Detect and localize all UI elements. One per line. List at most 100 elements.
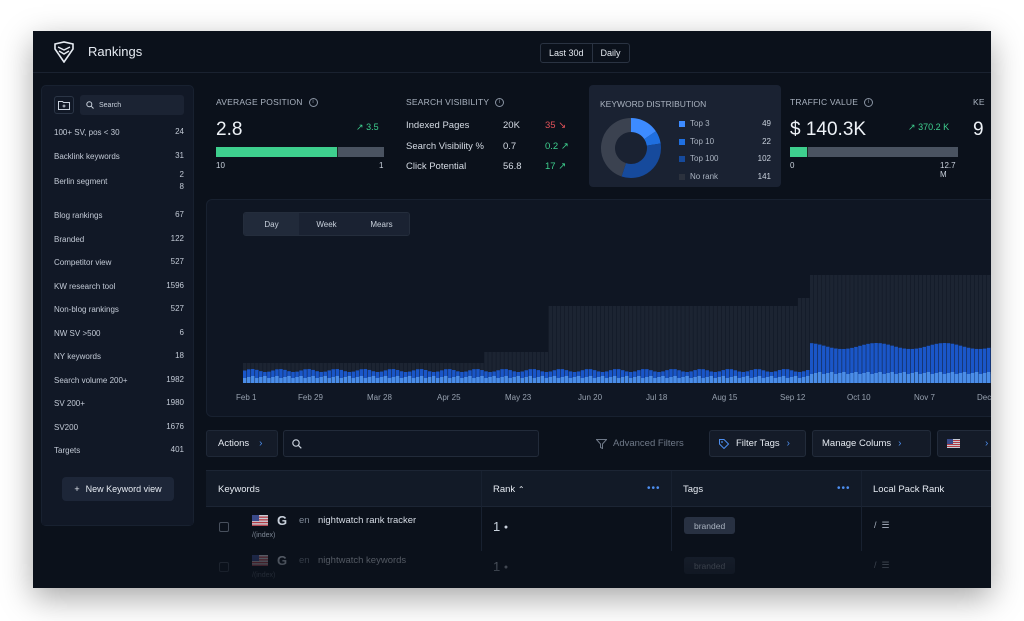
us-flag-icon: [252, 555, 268, 566]
sidebar-item[interactable]: Berlin segment 2 8: [54, 169, 184, 193]
chart-bars: [243, 275, 991, 383]
list-icon[interactable]: ☰: [882, 560, 890, 570]
chart-bar-segment: [886, 373, 890, 383]
sidebar-item-label: KW research tool: [54, 281, 116, 291]
traffic-value-label: TRAFFIC VALUE: [790, 97, 859, 107]
column-tags[interactable]: Tags: [683, 484, 703, 495]
tag-badge[interactable]: branded: [684, 517, 736, 534]
chart-bar: [906, 275, 910, 383]
chart-bar-segment: [789, 377, 794, 383]
keyword-search-input[interactable]: [283, 430, 539, 457]
sidebar-item[interactable]: NW SV >500 6: [54, 327, 184, 339]
chart-bar: [395, 363, 400, 383]
sidebar-item[interactable]: Competitor view 527: [54, 256, 184, 268]
list-icon[interactable]: ☰: [882, 520, 890, 530]
chart-bar: [568, 306, 573, 383]
rank-column-menu-icon[interactable]: •••: [647, 483, 661, 494]
chart-bar-segment: [625, 376, 629, 383]
info-icon[interactable]: i: [495, 97, 505, 107]
sidebar-item[interactable]: Backlink keywords 31: [54, 150, 184, 162]
keyword-distribution-label: KEYWORD DISTRIBUTION: [600, 99, 707, 109]
tags-column-menu-icon[interactable]: •••: [837, 483, 851, 494]
sidebar-search-input[interactable]: Search: [80, 95, 184, 115]
chart-bar-segment: [709, 376, 713, 383]
chart-bar: [584, 306, 589, 383]
chart-bar-segment: [548, 306, 553, 383]
chart-bar-segment: [729, 377, 734, 383]
tag-badge[interactable]: branded: [684, 557, 736, 574]
sidebar-item[interactable]: SV 200+ 1980: [54, 397, 184, 409]
chart-bar-segment: [737, 306, 742, 383]
filter-tags-button[interactable]: Filter Tags ›: [709, 430, 806, 457]
sidebar-item[interactable]: Search volume 200+ 1982: [54, 374, 184, 386]
sidebar-item[interactable]: 100+ SV, pos < 30 24: [54, 126, 184, 138]
new-keyword-view-button[interactable]: + New Keyword view: [62, 477, 174, 501]
column-keywords[interactable]: Keywords: [218, 484, 260, 495]
date-range-toggle[interactable]: Last 30d Daily: [540, 43, 630, 63]
chart-bar: [496, 352, 500, 383]
chevron-right-icon: ›: [786, 438, 790, 449]
chart-granularity-tabs[interactable]: Day Week Mears: [243, 212, 410, 236]
indexed-url[interactable]: /(index): [252, 572, 275, 579]
manage-columns-button[interactable]: Manage Colums ›: [812, 430, 931, 457]
chart-bar: [303, 363, 307, 383]
chart-bar: [588, 306, 593, 383]
chart-bar-segment: [898, 373, 902, 383]
sidebar-item[interactable]: KW research tool 1596: [54, 280, 184, 292]
period-selector[interactable]: Last 30d: [541, 44, 592, 62]
row-checkbox[interactable]: [219, 522, 229, 532]
tab-day[interactable]: Day: [244, 213, 299, 235]
keyword-text[interactable]: nightwatch keywords: [318, 555, 406, 566]
sidebar-item-count: 2 8: [179, 170, 184, 191]
dot-icon: ●: [503, 524, 509, 532]
rankings-chart[interactable]: Day Week Mears Feb 1 Feb 29 Mar 28 Apr 25 Ma…: [206, 199, 991, 417]
keyword-distribution-card[interactable]: KEYWORD DISTRIBUTION Top 3 49 Top 10 22 To…: [589, 85, 781, 187]
sidebar-item[interactable]: NY keywords 18: [54, 350, 184, 362]
shield-logo-icon[interactable]: [53, 41, 75, 63]
chart-bar-segment: [697, 376, 701, 383]
sidebar-item-count: 1596: [166, 281, 184, 290]
chart-bar: [914, 275, 919, 383]
chart-bar-segment: [822, 374, 826, 383]
chart-bar-segment: [456, 376, 460, 383]
chart-bar-segment: [970, 373, 975, 383]
chart-bar: [789, 306, 794, 383]
sidebar-item[interactable]: Blog rankings 67: [54, 209, 184, 221]
sidebar-item-label: SV 200+: [54, 398, 85, 408]
chart-bar-segment: [279, 378, 283, 383]
chart-bar-segment: [431, 376, 436, 383]
add-folder-button[interactable]: [54, 96, 74, 114]
column-rank[interactable]: Rank ⌃: [493, 484, 525, 495]
keyword-text[interactable]: nightwatch rank tracker: [318, 515, 416, 526]
chart-bar: [793, 306, 798, 383]
actions-button[interactable]: Actions ›: [206, 430, 278, 457]
chart-bar-segment: [737, 378, 742, 383]
table-row[interactable]: G en nightwatch keywords /(index) 1 ● br…: [206, 547, 991, 587]
chart-bar-segment: [950, 372, 955, 383]
location-selector-button[interactable]: ›: [937, 430, 991, 457]
info-icon[interactable]: i: [308, 97, 318, 107]
chart-bar-segment: [295, 377, 299, 383]
chart-bar: [842, 275, 846, 383]
traffic-value-card: TRAFFIC VALUE i $ 140.3K ↗ 370.2 K 0 12.7…: [790, 97, 960, 179]
tab-mears[interactable]: Mears: [354, 213, 409, 235]
rank-value: 1 ●: [493, 559, 509, 574]
chart-bar: [440, 363, 444, 383]
tab-week[interactable]: Week: [299, 213, 354, 235]
row-checkbox[interactable]: [219, 562, 229, 572]
sidebar-item[interactable]: SV200 1676: [54, 421, 184, 433]
info-icon[interactable]: i: [864, 97, 874, 107]
chart-bar-segment: [500, 377, 504, 383]
sidebar-item[interactable]: Branded 122: [54, 233, 184, 245]
granularity-selector[interactable]: Daily: [591, 44, 629, 62]
table-row[interactable]: G en nightwatch rank tracker /(index) 1 …: [206, 507, 991, 547]
column-local-pack-rank[interactable]: Local Pack Rank: [873, 484, 944, 495]
sidebar-item[interactable]: Non-blog rankings 527: [54, 303, 184, 315]
chart-bar: [874, 275, 878, 383]
chart-bar-segment: [765, 377, 770, 383]
chart-bar-segment: [464, 377, 468, 383]
indexed-url[interactable]: /(index): [252, 532, 275, 539]
chart-bar-segment: [604, 378, 609, 383]
x-tick-label: May 23: [505, 393, 532, 402]
advanced-filters-button[interactable]: Advanced Filters: [596, 430, 684, 457]
